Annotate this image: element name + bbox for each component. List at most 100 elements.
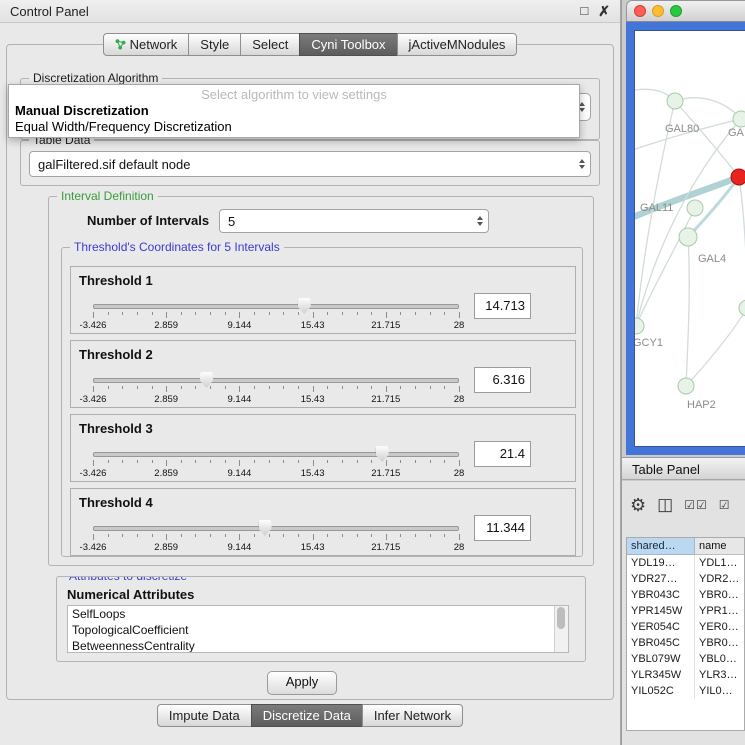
table-data-combobox-value: galFiltered.sif default node xyxy=(30,157,190,172)
tab-impute-data[interactable]: Impute Data xyxy=(157,704,252,727)
slider-tick xyxy=(415,386,416,389)
slider-track[interactable] xyxy=(93,452,459,457)
table-row[interactable]: YBR043CYBR0… xyxy=(627,587,744,603)
threshold-value-field[interactable]: 21.4 xyxy=(474,441,531,467)
number-of-intervals-combobox[interactable]: 5 xyxy=(219,209,489,233)
table-row[interactable]: YPR145WYPR1… xyxy=(627,603,744,619)
network-canvas[interactable]: GAL80GAGAL11GAL4GCY1HAP2 xyxy=(634,30,745,447)
threshold-label: Threshold 1 xyxy=(79,273,153,288)
tab-infer-network[interactable]: Infer Network xyxy=(362,704,463,727)
network-node-selected[interactable] xyxy=(731,169,745,185)
attribute-item[interactable]: TopologicalCoefficient xyxy=(68,622,568,638)
float-window-icon[interactable]: □ xyxy=(580,1,588,21)
tick-label: 15.43 xyxy=(301,468,325,479)
table-row[interactable]: YIL052CYIL0… xyxy=(627,683,744,699)
slider-track[interactable] xyxy=(93,304,459,309)
network-node[interactable] xyxy=(679,228,697,246)
slider-tick xyxy=(122,386,123,389)
attribute-item[interactable]: BetweennessCentrality xyxy=(68,638,568,653)
select-rows-icon[interactable]: ☑☑ xyxy=(684,498,708,512)
slider-tick xyxy=(371,460,372,463)
network-node[interactable] xyxy=(739,300,745,316)
tick-label: 9.144 xyxy=(228,320,252,331)
threshold-slider[interactable]: -3.4262.8599.14415.4321.71528 xyxy=(93,519,459,551)
network-edge xyxy=(636,208,695,326)
tick-label: 2.859 xyxy=(154,320,178,331)
table-row[interactable]: YER054CYER0… xyxy=(627,619,744,635)
numerical-attributes-list[interactable]: SelfLoopsTopologicalCoefficientBetweenne… xyxy=(67,605,569,653)
table-row[interactable]: YBL079WYBL0… xyxy=(627,651,744,667)
threshold-panel-3: Threshold 3-3.4262.8599.14415.4321.71528… xyxy=(70,414,576,482)
cell-name: YBR0… xyxy=(695,587,744,603)
discretization-group-title: Discretization Algorithm xyxy=(29,71,162,85)
slider-tick xyxy=(225,312,226,315)
tab-network[interactable]: Network xyxy=(103,33,190,56)
dropdown-option-manual-discretization[interactable]: Manual Discretization xyxy=(9,103,579,119)
slider-tick xyxy=(357,312,358,315)
minimize-traffic-light-icon[interactable] xyxy=(652,5,664,17)
table-data-combobox[interactable]: galFiltered.sif default node xyxy=(29,151,591,177)
slider-tick xyxy=(254,386,255,389)
network-node[interactable] xyxy=(678,378,694,394)
slider-tick xyxy=(239,534,240,540)
table-row[interactable]: YBR045CYBR0… xyxy=(627,635,744,651)
network-node[interactable] xyxy=(667,93,683,109)
panel-title: Control Panel xyxy=(10,4,89,19)
slider-tick xyxy=(195,386,196,389)
close-icon[interactable]: ✗ xyxy=(598,1,610,21)
close-traffic-light-icon[interactable] xyxy=(634,5,646,17)
tick-label: 2.859 xyxy=(154,394,178,405)
tab-label: Cyni Toolbox xyxy=(311,34,385,55)
slider-tick xyxy=(342,386,343,389)
tick-label: 15.43 xyxy=(301,320,325,331)
settings-gear-icon[interactable]: ⚙ xyxy=(630,495,646,516)
slider-tick xyxy=(400,312,401,315)
column-layout-icon[interactable]: ◫ xyxy=(657,495,673,515)
threshold-slider[interactable]: -3.4262.8599.14415.4321.71528 xyxy=(93,445,459,477)
slider-tick xyxy=(386,534,387,540)
threshold-value-field[interactable]: 14.713 xyxy=(474,293,531,319)
slider-track[interactable] xyxy=(93,526,459,531)
table-row[interactable]: YDR27…YDR2… xyxy=(627,571,744,587)
network-node[interactable] xyxy=(733,111,745,127)
cell-name: YIL0… xyxy=(695,683,744,699)
network-node[interactable] xyxy=(635,318,644,334)
threshold-slider[interactable]: -3.4262.8599.14415.4321.71528 xyxy=(93,297,459,329)
zoom-traffic-light-icon[interactable] xyxy=(670,5,682,17)
scrollbar-thumb[interactable] xyxy=(557,607,565,629)
network-edge xyxy=(675,101,739,177)
slider-tick xyxy=(327,534,328,537)
attribute-item[interactable]: SelfLoops xyxy=(68,606,568,622)
slider-tick xyxy=(210,312,211,315)
slider-tick xyxy=(269,386,270,389)
tab-select[interactable]: Select xyxy=(240,33,300,56)
tab-jactivemnodules[interactable]: jActiveMNodules xyxy=(397,33,518,56)
column-header-shared-name[interactable]: shared… xyxy=(627,538,695,555)
cell-name: YER0… xyxy=(695,619,744,635)
tab-cyni-toolbox[interactable]: Cyni Toolbox xyxy=(299,33,397,56)
slider-tick xyxy=(93,460,94,466)
apply-button[interactable]: Apply xyxy=(267,671,337,695)
tab-style[interactable]: Style xyxy=(188,33,241,56)
column-header-name[interactable]: name xyxy=(695,538,744,555)
threshold-value-field[interactable]: 6.316 xyxy=(474,367,531,393)
dropdown-option-equal-width-frequency[interactable]: Equal Width/Frequency Discretization xyxy=(9,119,579,135)
combo-stepper-icon xyxy=(477,216,483,226)
slider-tick xyxy=(459,312,460,318)
threshold-slider[interactable]: -3.4262.8599.14415.4321.71528 xyxy=(93,371,459,403)
list-scrollbar[interactable] xyxy=(554,606,568,652)
node-label: HAP2 xyxy=(687,399,716,411)
slider-track[interactable] xyxy=(93,378,459,383)
slider-tick xyxy=(152,460,153,463)
tick-label: 15.43 xyxy=(301,394,325,405)
threshold-value-field[interactable]: 11.344 xyxy=(474,515,531,541)
slider-tick xyxy=(181,386,182,389)
selection-filter-icon[interactable]: ☑ xyxy=(719,498,730,512)
table-row[interactable]: YDL19…YDL1… xyxy=(627,555,744,571)
slider-tick xyxy=(400,386,401,389)
tab-discretize-data[interactable]: Discretize Data xyxy=(251,704,363,727)
table-row[interactable]: YLR345WYLR3… xyxy=(627,667,744,683)
node-table: shared… name YDL19…YDL1…YDR27…YDR2…YBR04… xyxy=(626,537,745,731)
network-node[interactable] xyxy=(687,200,703,216)
slider-thumb[interactable] xyxy=(298,298,311,314)
